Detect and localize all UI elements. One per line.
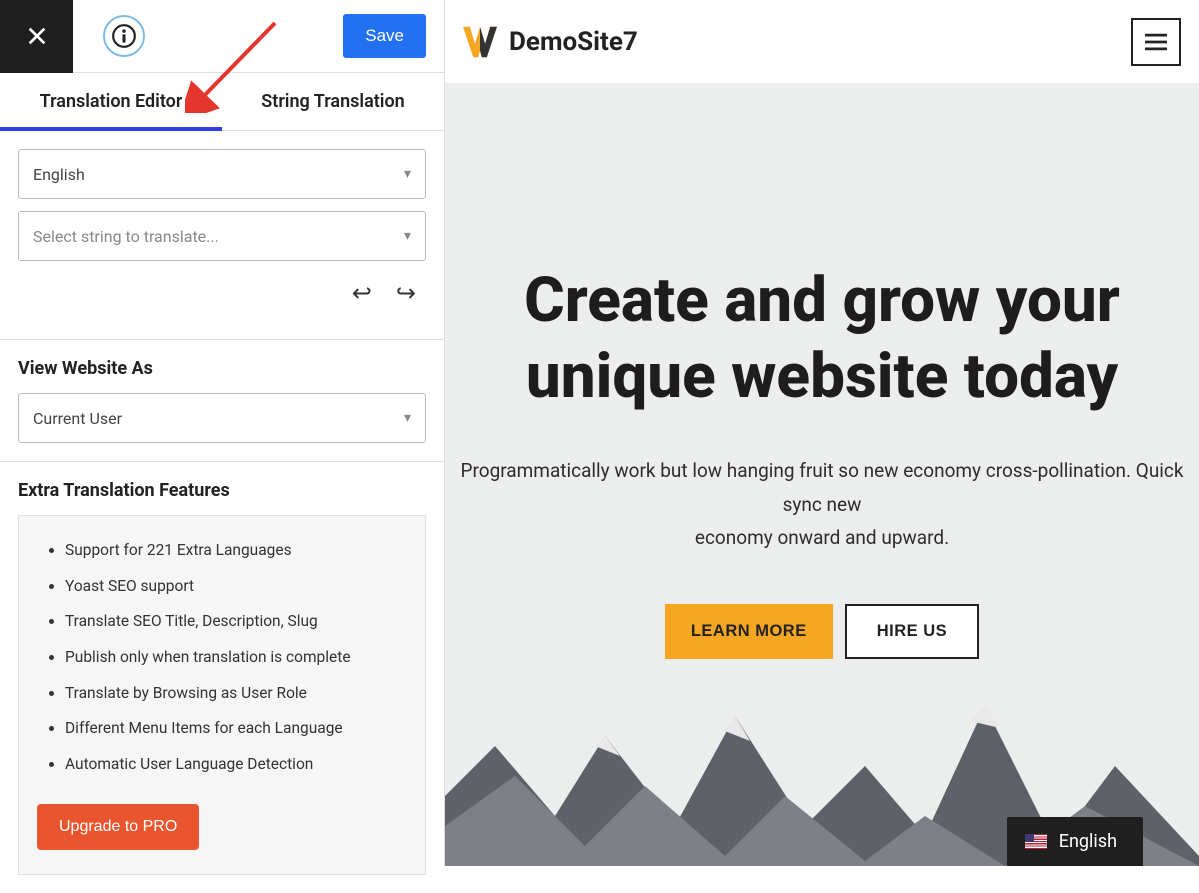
- view-as-select[interactable]: Current User: [18, 393, 426, 443]
- translation-sidebar: Save Translation Editor String Translati…: [0, 0, 445, 866]
- language-switcher-label: English: [1059, 831, 1117, 852]
- hero-ctas: LEARN MORE HIRE US: [665, 604, 979, 659]
- nav-arrows: ↩ ↪: [18, 273, 426, 321]
- site-logo[interactable]: DemoSite7: [463, 26, 638, 58]
- hero-sub-line-2: economy onward and upward.: [452, 521, 1192, 554]
- feature-item: Yoast SEO support: [65, 576, 407, 598]
- language-select[interactable]: English: [18, 149, 426, 199]
- upgrade-button[interactable]: Upgrade to PRO: [37, 804, 199, 850]
- extra-features-section: Extra Translation Features Support for 2…: [0, 461, 444, 893]
- hero-section: Create and grow your unique website toda…: [445, 83, 1199, 866]
- tab-translation-editor[interactable]: Translation Editor: [0, 73, 222, 130]
- feature-item: Translate by Browsing as User Role: [65, 683, 407, 705]
- hero-title: Create and grow your unique website toda…: [462, 263, 1182, 414]
- info-button[interactable]: [103, 15, 145, 57]
- view-as-section: View Website As Current User: [0, 339, 444, 461]
- language-select-value: English: [33, 165, 85, 184]
- site-name: DemoSite7: [509, 27, 638, 57]
- feature-item: Publish only when translation is complet…: [65, 647, 407, 669]
- feature-item: Translate SEO Title, Description, Slug: [65, 611, 407, 633]
- view-as-label: View Website As: [18, 358, 426, 379]
- extra-features-label: Extra Translation Features: [18, 480, 426, 501]
- prev-string-button[interactable]: ↩: [352, 279, 372, 307]
- flag-us-icon: [1025, 834, 1047, 849]
- features-box: Support for 221 Extra Languages Yoast SE…: [18, 515, 426, 875]
- language-switcher[interactable]: English: [1007, 817, 1143, 866]
- learn-more-button[interactable]: LEARN MORE: [665, 604, 833, 659]
- tabs: Translation Editor String Translation: [0, 73, 444, 131]
- feature-item: Automatic User Language Detection: [65, 754, 407, 776]
- next-string-button[interactable]: ↪: [396, 279, 416, 307]
- view-as-value: Current User: [33, 409, 122, 428]
- sidebar-top-bar: Save: [0, 0, 444, 73]
- feature-item: Support for 221 Extra Languages: [65, 540, 407, 562]
- editor-panel: English Select string to translate... ↩ …: [0, 131, 444, 339]
- string-select-placeholder: Select string to translate...: [33, 227, 219, 246]
- hire-us-button[interactable]: HIRE US: [845, 604, 979, 659]
- close-button[interactable]: [0, 0, 73, 73]
- site-preview: DemoSite7 Create and grow your unique we…: [445, 0, 1199, 866]
- hamburger-icon: [1145, 33, 1167, 51]
- feature-item: Different Menu Items for each Language: [65, 718, 407, 740]
- site-header: DemoSite7: [445, 0, 1199, 83]
- features-list: Support for 221 Extra Languages Yoast SE…: [37, 540, 407, 776]
- tab-string-translation[interactable]: String Translation: [222, 73, 444, 130]
- hero-sub-line-1: Programmatically work but low hanging fr…: [452, 454, 1192, 521]
- hero-subtitle: Programmatically work but low hanging fr…: [452, 454, 1192, 554]
- close-icon: [26, 25, 48, 47]
- info-icon: [111, 23, 137, 49]
- string-select[interactable]: Select string to translate...: [18, 211, 426, 261]
- save-button[interactable]: Save: [343, 14, 426, 58]
- logo-mark-icon: [463, 26, 497, 58]
- menu-button[interactable]: [1131, 18, 1181, 66]
